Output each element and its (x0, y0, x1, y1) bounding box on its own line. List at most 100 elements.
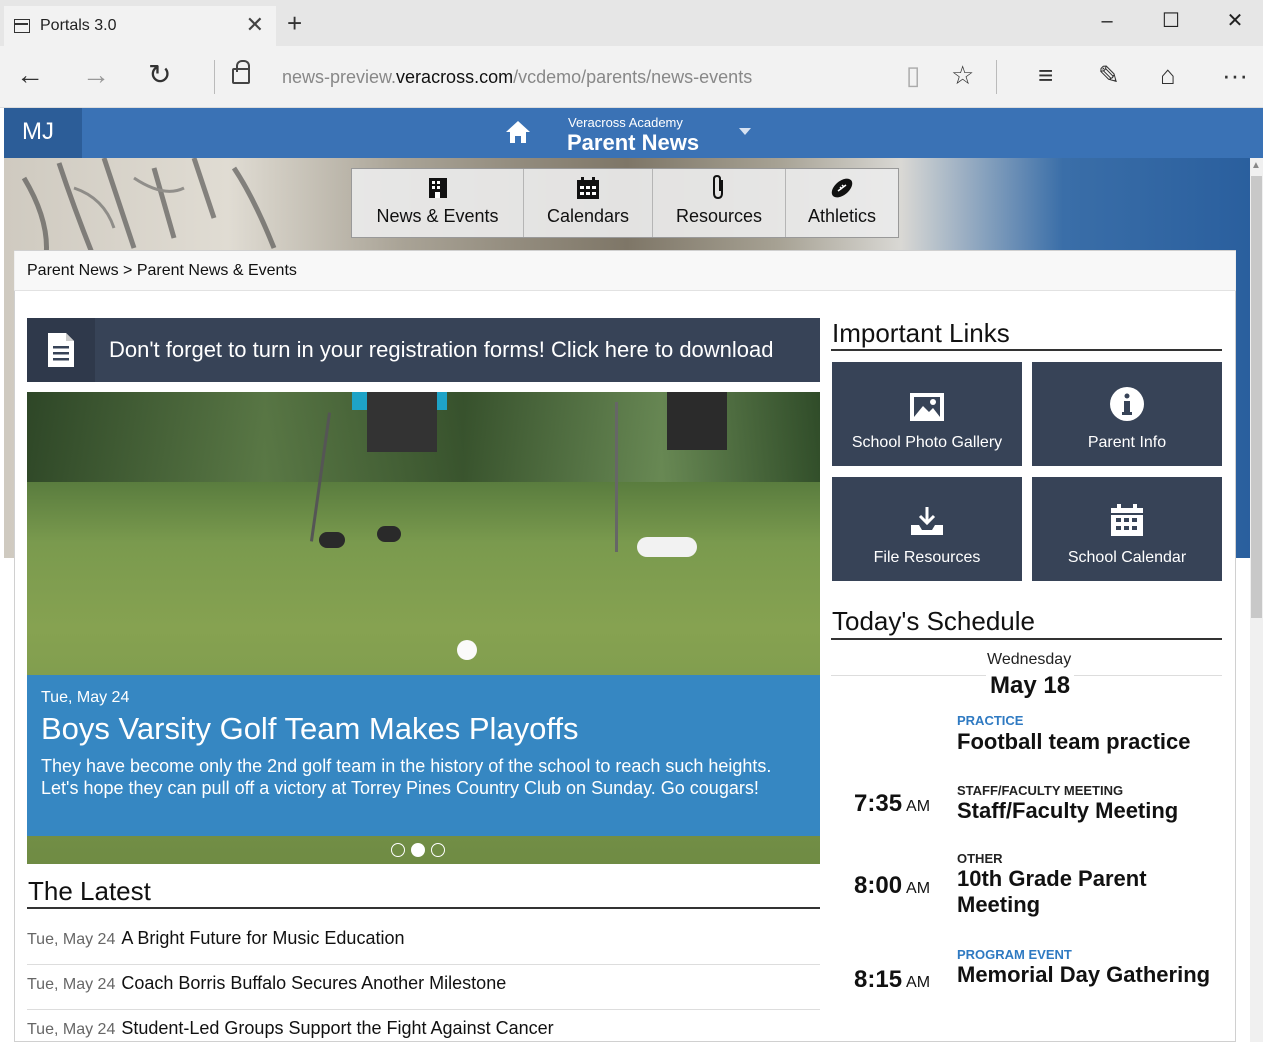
address-bar: ← → ↻ news-preview.veracross.com/vcdemo/… (0, 46, 1263, 108)
info-icon (1110, 387, 1144, 421)
url-domain: veracross.com (396, 67, 514, 87)
hub-icon[interactable]: ≡ (1038, 60, 1053, 90)
tile-label: Parent Info (1087, 434, 1167, 451)
nav-athletics[interactable]: Athletics (786, 169, 898, 237)
event-title[interactable]: Staff/Faculty Meeting (957, 798, 1217, 824)
slide-title[interactable]: Boys Varsity Golf Team Makes Playoffs (41, 711, 806, 747)
news-list-item[interactable]: Tue, May 24 Student-Led Groups Support th… (27, 1010, 820, 1042)
event-title[interactable]: Football team practice (957, 729, 1217, 755)
main-nav: News & Events Calendars Resources Athlet… (351, 168, 899, 238)
maximize-icon[interactable]: ☐ (1156, 9, 1186, 33)
football-icon (831, 178, 853, 198)
more-icon[interactable]: ··· (1222, 60, 1248, 90)
refresh-icon[interactable]: ↻ (148, 60, 171, 90)
scroll-up-icon[interactable]: ▲ (1251, 160, 1261, 171)
registration-alert-banner[interactable]: Don't forget to turn in your registratio… (27, 318, 820, 382)
slide-caption[interactable]: Tue, May 24 Boys Varsity Golf Team Makes… (27, 675, 820, 836)
carousel-dots (391, 843, 445, 857)
user-initials-button[interactable]: MJ (4, 108, 82, 158)
nav-label: Calendars (546, 206, 630, 226)
minimize-icon[interactable]: – (1092, 9, 1122, 33)
golfer-legs-decoration (367, 392, 437, 452)
event-category: STAFF/FACULTY MEETING (957, 783, 1124, 798)
news-date: Tue, May 24 (27, 976, 116, 993)
event-title[interactable]: Memorial Day Gathering (957, 962, 1217, 988)
breadcrumb[interactable]: Parent News > Parent News & Events (14, 251, 1236, 291)
event-title[interactable]: 10th Grade Parent Meeting (957, 866, 1217, 918)
paperclip-icon (713, 174, 723, 200)
carousel-dot-3[interactable] (431, 843, 445, 857)
schedule-day-name: Wednesday (983, 651, 1076, 669)
toolbar-divider (214, 60, 215, 94)
slide-date: Tue, May 24 (41, 689, 130, 706)
nav-label: Resources (675, 206, 763, 226)
document-icon (48, 333, 74, 367)
tile-label: School Calendar (1067, 549, 1187, 566)
tile-school-calendar[interactable]: School Calendar (1032, 477, 1222, 581)
news-title[interactable]: A Bright Future for Music Education (121, 928, 404, 948)
shoe-decoration (319, 532, 345, 548)
schedule-title: Today's Schedule (832, 606, 1035, 636)
news-date: Tue, May 24 (27, 1021, 116, 1038)
nav-news-events[interactable]: News & Events (352, 169, 524, 237)
tile-file-resources[interactable]: File Resources (832, 477, 1022, 581)
calendar-icon (1111, 504, 1143, 536)
browser-tab[interactable]: Portals 3.0 ✕ (4, 6, 276, 46)
photo-icon (910, 393, 944, 421)
nav-label: Athletics (807, 206, 877, 226)
browser-tab-bar: Portals 3.0 ✕ + – ☐ ✕ (0, 0, 1263, 46)
event-time-value: 8:00 (854, 872, 903, 899)
section-divider (831, 349, 1222, 351)
window-close-icon[interactable]: ✕ (1220, 9, 1250, 33)
event-time: 8:00 AM (854, 872, 930, 900)
important-links-title: Important Links (832, 318, 1010, 348)
tab-title: Portals 3.0 (40, 17, 117, 34)
tab-close-icon[interactable]: ✕ (246, 14, 264, 36)
url-prefix: news-preview. (282, 67, 397, 87)
portal-dropdown-caret-icon[interactable] (739, 128, 751, 135)
section-divider (831, 638, 1222, 640)
back-icon[interactable]: ← (16, 60, 44, 90)
portal-name[interactable]: Parent News (567, 130, 699, 156)
event-category: OTHER (957, 851, 1003, 866)
carousel-dot-1[interactable] (391, 843, 405, 857)
news-title[interactable]: Coach Borris Buffalo Secures Another Mil… (121, 973, 506, 993)
event-category: PRACTICE (957, 713, 1024, 728)
tile-parent-info[interactable]: Parent Info (1032, 362, 1222, 466)
event-ampm: AM (906, 880, 931, 897)
favorite-star-icon[interactable]: ☆ (951, 60, 974, 90)
featured-news-carousel[interactable]: Tue, May 24 Boys Varsity Golf Team Makes… (27, 392, 820, 864)
nav-calendars[interactable]: Calendars (524, 169, 653, 237)
download-tray-icon (911, 507, 943, 535)
building-icon (428, 178, 447, 198)
url-path: /vcdemo/parents/news-events (513, 67, 753, 87)
news-list-item[interactable]: Tue, May 24 Coach Borris Buffalo Secures … (27, 965, 820, 1010)
carousel-dot-2[interactable] (411, 843, 425, 857)
web-note-icon[interactable]: ✎ (1098, 60, 1120, 90)
news-list-item[interactable]: Tue, May 24 A Bright Future for Music Edu… (27, 920, 820, 965)
event-time-value: 7:35 (854, 790, 903, 817)
share-icon[interactable]: ⌂ (1160, 60, 1176, 90)
event-time: 8:15 AM (854, 966, 930, 994)
new-tab-icon[interactable]: + (287, 10, 302, 36)
event-ampm: AM (906, 974, 931, 991)
nav-label: News & Events (376, 206, 499, 226)
home-icon[interactable] (504, 118, 532, 146)
slide-text: They have become only the 2nd golf team … (41, 756, 772, 798)
golf-club-decoration (615, 402, 618, 552)
forward-icon[interactable]: → (82, 60, 110, 90)
event-ampm: AM (906, 798, 931, 815)
event-time: 7:35 AM (854, 790, 930, 818)
golf-ball-decoration (457, 640, 477, 660)
event-time-value: 8:15 (854, 966, 903, 993)
tile-school-photo-gallery[interactable]: School Photo Gallery (832, 362, 1022, 466)
news-title[interactable]: Student-Led Groups Support the Fight Aga… (121, 1018, 553, 1038)
nav-resources[interactable]: Resources (653, 169, 786, 237)
lock-icon[interactable] (232, 60, 250, 84)
toolbar-divider (996, 60, 997, 94)
event-category: PROGRAM EVENT (957, 947, 1072, 962)
url-field[interactable]: news-preview.veracross.com/vcdemo/parent… (282, 67, 752, 88)
alert-icon-box (27, 318, 95, 382)
reading-view-icon[interactable]: ▯ (906, 60, 920, 90)
scrollbar-thumb[interactable] (1251, 176, 1262, 618)
